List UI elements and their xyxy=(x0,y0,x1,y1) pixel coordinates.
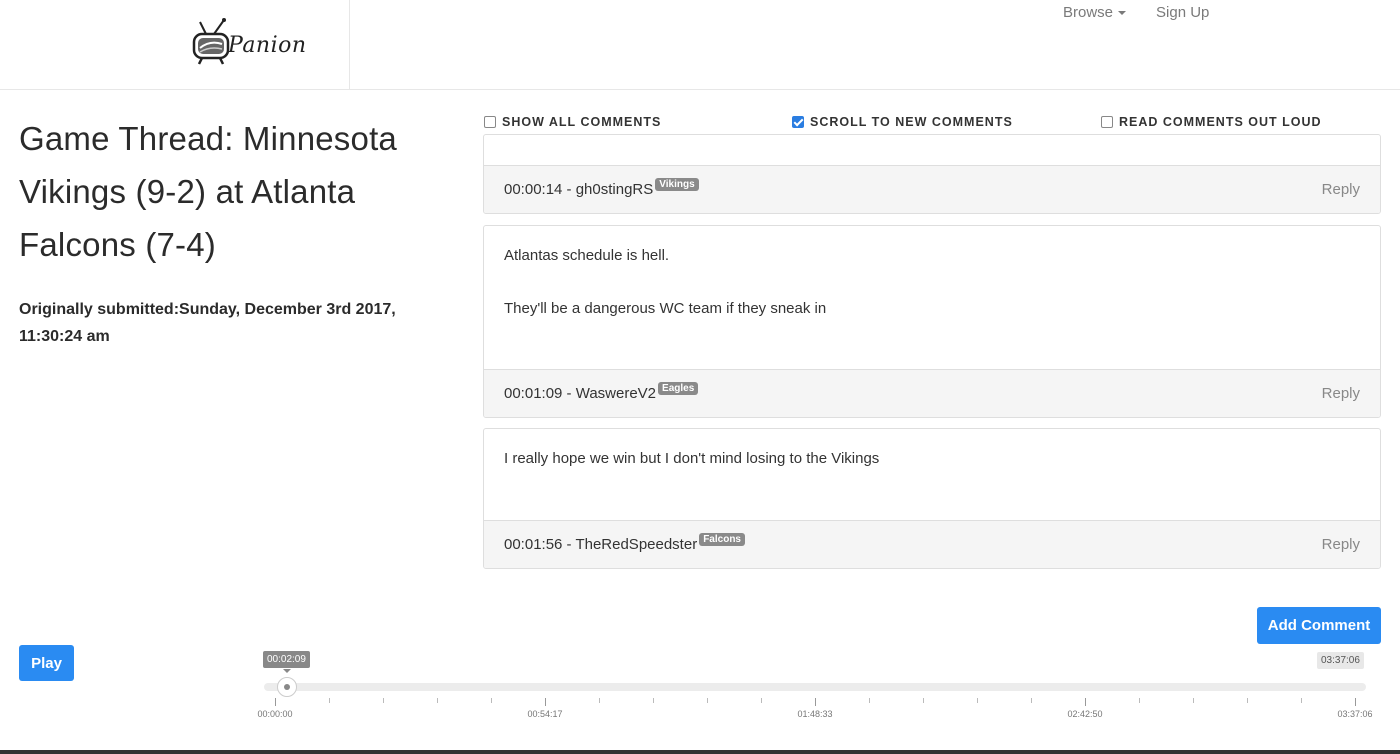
timeline-tick xyxy=(1355,698,1356,706)
top-navbar: Panion Browse Sign Up xyxy=(0,0,1400,90)
reply-link[interactable]: Reply xyxy=(1322,181,1360,198)
timeline-tick xyxy=(1301,698,1302,703)
tick-label: 03:37:06 xyxy=(1337,709,1373,719)
read-out-loud-label: READ COMMENTS OUT LOUD xyxy=(1119,115,1322,129)
show-all-comments-label: SHOW ALL COMMENTS xyxy=(502,115,662,129)
timeline-tick xyxy=(653,698,654,703)
comment-text: Atlantas schedule is hell. xyxy=(504,247,670,264)
timeline-tick xyxy=(1193,698,1194,703)
comment-body: Atlantas schedule is hell. They'll be a … xyxy=(484,226,1380,372)
comment-footer: 00:01:56 - TheRedSpeedster Falcons Reply xyxy=(484,520,1380,568)
timeline-track[interactable] xyxy=(264,683,1366,691)
add-comment-button[interactable]: Add Comment xyxy=(1257,607,1381,644)
tick-label: 01:48:33 xyxy=(797,709,833,719)
timeline-tick xyxy=(1085,698,1086,706)
comment-meta: 00:01:56 - TheRedSpeedster xyxy=(504,536,698,553)
comment-meta: 00:00:14 - gh0stingRS xyxy=(504,181,654,198)
tick-label: 00:00:00 xyxy=(257,709,293,719)
total-time-tooltip: 03:37:06 xyxy=(1317,652,1364,669)
brand-area: Panion xyxy=(0,0,350,89)
play-button[interactable]: Play xyxy=(19,645,74,681)
scroll-to-new-label: SCROLL TO NEW COMMENTS xyxy=(810,115,1013,129)
submitted-date: Originally submitted:Sunday, December 3r… xyxy=(19,301,396,345)
current-time-tooltip: 00:02:09 xyxy=(263,651,310,668)
signup-link[interactable]: Sign Up xyxy=(1156,4,1209,21)
timeline-tick xyxy=(815,698,816,706)
reply-link[interactable]: Reply xyxy=(1322,385,1360,402)
team-badge: Falcons xyxy=(699,533,745,546)
timeline-tick xyxy=(1139,698,1140,703)
browse-label: Browse xyxy=(1063,4,1114,21)
timeline-tick xyxy=(977,698,978,703)
tick-label: 00:54:17 xyxy=(527,709,563,719)
timeline-tick xyxy=(275,698,276,706)
timeline-tick xyxy=(761,698,762,703)
scroll-to-new-checkbox[interactable] xyxy=(792,116,804,128)
timeline-tick xyxy=(599,698,600,703)
browse-dropdown[interactable]: Browse xyxy=(1063,4,1127,21)
brand-name: Panion xyxy=(228,32,307,58)
show-all-comments-checkbox[interactable] xyxy=(484,116,496,128)
comment-text: They'll be a dangerous WC team if they s… xyxy=(504,300,827,317)
timeline-tick xyxy=(545,698,546,706)
tick-label: 02:42:50 xyxy=(1067,709,1103,719)
read-out-loud-checkbox[interactable] xyxy=(1101,116,1113,128)
timeline-tick xyxy=(1031,698,1032,703)
team-badge: Eagles xyxy=(658,382,699,395)
comment-card: Atlantas schedule is hell. They'll be a … xyxy=(483,225,1381,418)
page-title: Game Thread: Minnesota Vikings (9-2) at … xyxy=(19,120,397,263)
tv-icon xyxy=(192,18,230,65)
timeline-tick xyxy=(437,698,438,703)
brand-logo[interactable]: Panion xyxy=(192,16,307,68)
show-all-comments-option[interactable]: SHOW ALL COMMENTS xyxy=(484,115,661,129)
comment-text: I really hope we win but I don't mind lo… xyxy=(504,450,880,467)
comment-footer: 00:00:14 - gh0stingRS Vikings Reply xyxy=(484,165,1380,213)
timeline-tick xyxy=(491,698,492,703)
comment-meta: 00:01:09 - WaswereV2 xyxy=(504,385,657,402)
timeline-tick xyxy=(383,698,384,703)
bottom-edge xyxy=(0,750,1400,754)
timeline-handle[interactable] xyxy=(277,677,297,697)
team-badge: Vikings xyxy=(655,178,699,191)
reply-link[interactable]: Reply xyxy=(1322,536,1360,553)
timeline-tick xyxy=(1247,698,1248,703)
comment-card: I really hope we win but I don't mind lo… xyxy=(483,428,1381,569)
comment-body: I really hope we win but I don't mind lo… xyxy=(484,429,1380,522)
timeline-tick xyxy=(329,698,330,703)
nav-links: Browse Sign Up xyxy=(1063,4,1209,21)
caret-down-icon xyxy=(1118,11,1127,15)
timeline-tick xyxy=(869,698,870,703)
comment-footer: 00:01:09 - WaswereV2 Eagles Reply xyxy=(484,369,1380,417)
timeline-tick xyxy=(707,698,708,703)
read-out-loud-option[interactable]: READ COMMENTS OUT LOUD xyxy=(1101,115,1322,129)
scroll-to-new-option[interactable]: SCROLL TO NEW COMMENTS xyxy=(792,115,1013,129)
tooltip-arrow xyxy=(283,669,291,673)
timeline-tick xyxy=(923,698,924,703)
comment-card: 00:00:14 - gh0stingRS Vikings Reply xyxy=(483,134,1381,214)
